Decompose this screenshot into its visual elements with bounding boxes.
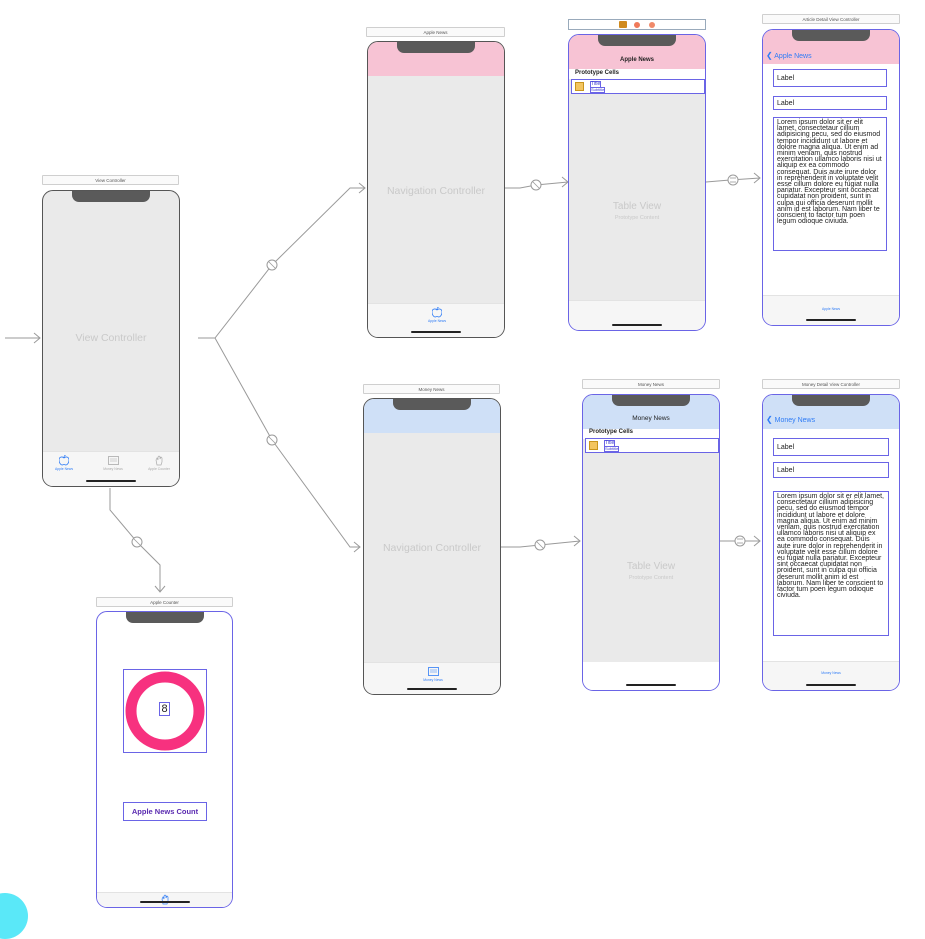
tab-money-news-label: Money News [103, 467, 123, 471]
cell-image-icon [589, 441, 598, 450]
scene-title-article-detail[interactable]: Article Detail View Controller [762, 14, 900, 24]
tab-bar [97, 892, 232, 907]
home-indicator [411, 331, 461, 333]
nav-title: Money News [632, 415, 670, 422]
device-notch [72, 191, 150, 202]
cell-image-icon [575, 82, 584, 91]
tab-apple-news-label: Apple News [821, 307, 841, 311]
chevron-left-icon: ❮ [766, 415, 773, 424]
scene-title-money-nav[interactable]: Money News [363, 384, 500, 394]
subtitle-label[interactable]: Label [773, 96, 887, 110]
device-notch [393, 399, 471, 410]
view-controller-placeholder: View Controller [75, 332, 147, 344]
tab-apple-counter-label: Apple Counter [148, 467, 170, 471]
prototype-cells-label: Prototype Cells [575, 70, 620, 76]
tab-money-news-label: Money News [423, 678, 443, 682]
navigation-controller-placeholder: Navigation Controller [382, 542, 482, 554]
back-button[interactable]: ❮ Money News [766, 415, 815, 424]
home-indicator [806, 319, 856, 321]
navigation-controller-placeholder: Navigation Controller [386, 185, 486, 197]
table-view-placeholder: Table View [626, 561, 676, 572]
scene-title-money-table[interactable]: Money News [582, 379, 720, 389]
device-notch [792, 395, 870, 406]
tab-money-news-label: Money News [821, 671, 841, 675]
newspaper-icon [427, 667, 439, 676]
device-notch [792, 30, 870, 41]
body-text[interactable]: Lorem ipsum dolor sit er elit lamet, con… [773, 491, 889, 636]
view-controller-icon[interactable] [619, 21, 627, 28]
exit-icon[interactable] [649, 22, 655, 28]
home-indicator [86, 480, 136, 482]
chevron-left-icon: ❮ [766, 51, 773, 60]
hand-icon [155, 455, 163, 466]
tab-money-news[interactable]: Money News [98, 455, 128, 471]
device-notch [397, 42, 475, 53]
money-detail-scene[interactable]: ❮ Money News Label Label Lorem ipsum dol… [762, 394, 900, 691]
apple-icon [58, 454, 70, 466]
tab-money-news[interactable]: Money News [813, 671, 849, 675]
first-responder-icon[interactable] [634, 22, 640, 28]
money-table-view-scene[interactable]: Money News Prototype Cells Title Subtitl… [582, 394, 720, 691]
table-view-placeholder: Table View [612, 201, 662, 212]
apple-news-count-button[interactable]: Apple News Count [123, 802, 207, 821]
back-button-label: Money News [774, 417, 816, 424]
subtitle-label[interactable]: Label [773, 462, 889, 478]
tab-apple-news-label: Apple News [54, 467, 74, 471]
device-notch [612, 395, 690, 406]
prototype-cell[interactable]: Title Subtitle [585, 438, 719, 453]
count-label: 8 [159, 702, 170, 716]
counter-ring-view[interactable]: 8 [123, 669, 207, 753]
scene-title-apple-nav[interactable]: Apple News [366, 27, 505, 37]
home-indicator [806, 684, 856, 686]
tab-apple-counter[interactable]: Apple Counter [143, 455, 175, 471]
body-text[interactable]: Lorem ipsum dolor sit er elit lamet, con… [773, 117, 887, 251]
tab-apple-news[interactable]: Apple News [420, 306, 454, 323]
hand-icon [161, 894, 169, 905]
scene-dock-apple-table[interactable] [568, 19, 706, 30]
home-indicator [407, 688, 457, 690]
tab-apple-news[interactable]: Apple News [813, 307, 849, 311]
title-label[interactable]: Label [773, 69, 887, 87]
view-controller-scene[interactable]: View Controller Apple News Money News Ap… [42, 190, 180, 487]
scene-title-view-controller[interactable]: View Controller [42, 175, 179, 185]
newspaper-icon [107, 456, 119, 465]
device-notch [598, 35, 676, 46]
prototype-content-placeholder: Prototype Content [628, 575, 674, 581]
tab-apple-news[interactable]: Apple News [49, 454, 79, 471]
article-detail-scene[interactable]: ❮ Apple News Label Label Lorem ipsum dol… [762, 29, 900, 326]
apple-table-view-scene[interactable]: Apple News Prototype Cells Title Subtitl… [568, 34, 706, 331]
tab-money-news[interactable]: Money News [416, 666, 450, 682]
title-label[interactable]: Label [773, 438, 889, 456]
home-indicator [612, 324, 662, 326]
money-navigation-controller-scene[interactable]: Navigation Controller Money News [363, 398, 501, 695]
home-indicator [626, 684, 676, 686]
cell-subtitle: Subtitle [590, 87, 606, 93]
prototype-cells-label: Prototype Cells [589, 429, 634, 435]
back-button[interactable]: ❮ Apple News [766, 51, 812, 60]
nav-title: Apple News [619, 57, 654, 63]
tab-apple-news-label: Apple News [427, 319, 447, 323]
tab-apple-counter[interactable] [157, 894, 173, 906]
scene-title-money-detail[interactable]: Money Detail View Controller [762, 379, 900, 389]
scene-title-apple-counter[interactable]: Apple Counter [96, 597, 233, 607]
apple-icon [431, 306, 443, 318]
home-indicator [139, 901, 190, 903]
apple-navigation-controller-scene[interactable]: Navigation Controller Apple News [367, 41, 505, 338]
back-button-label: Apple News [774, 53, 812, 60]
cell-subtitle: Subtitle [604, 446, 620, 452]
prototype-content-placeholder: Prototype Content [614, 215, 660, 221]
prototype-cell[interactable]: Title Subtitle [571, 79, 705, 94]
device-notch [125, 612, 204, 623]
apple-counter-scene[interactable]: 8 Apple News Count [96, 611, 233, 908]
